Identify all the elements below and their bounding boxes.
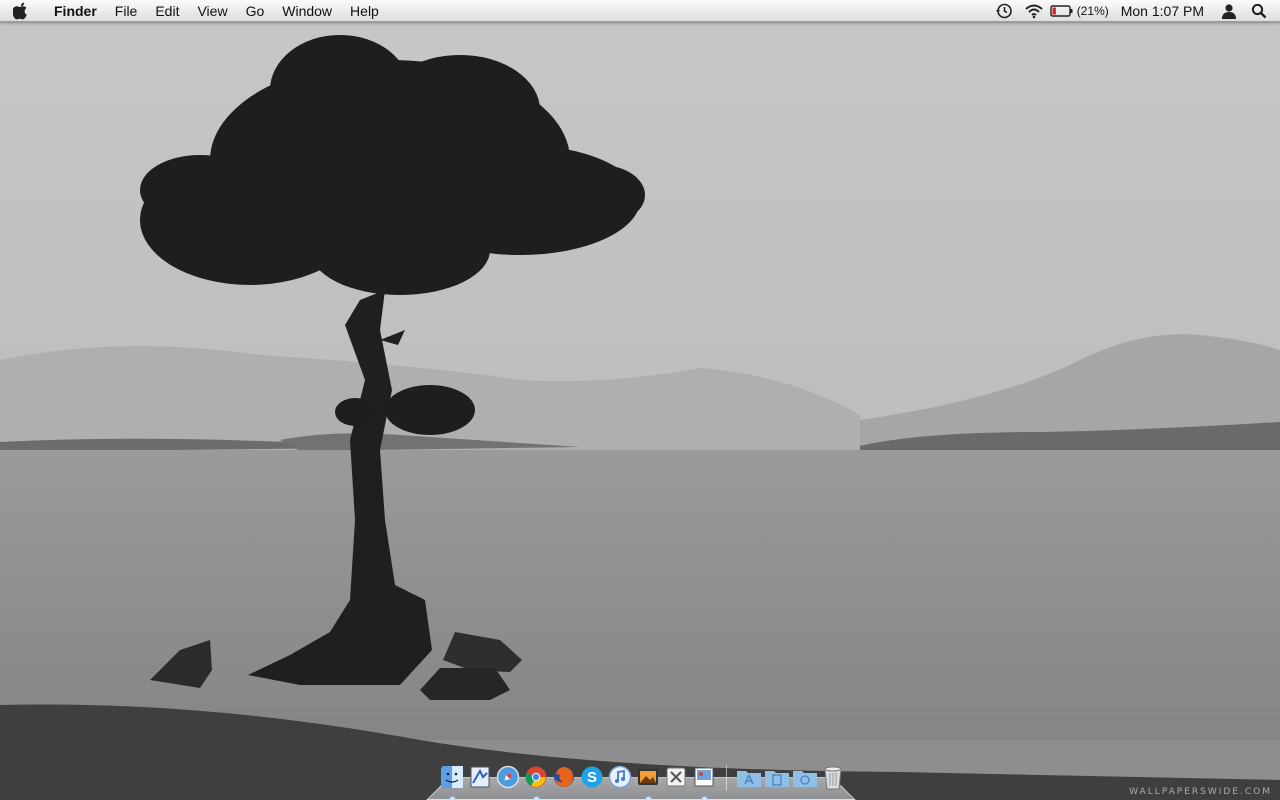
dock: S xyxy=(426,758,856,800)
battery-icon[interactable] xyxy=(1049,0,1075,22)
app-menu-finder[interactable]: Finder xyxy=(42,0,106,22)
preview-icon[interactable] xyxy=(466,763,494,791)
system-preferences-icon[interactable] xyxy=(662,763,690,791)
wallpaper-image xyxy=(0,0,1280,800)
time-machine-icon[interactable] xyxy=(989,0,1019,22)
user-icon[interactable] xyxy=(1214,0,1244,22)
menu-edit[interactable]: Edit xyxy=(146,0,188,22)
spotlight-search-icon[interactable] xyxy=(1244,0,1274,22)
safari-icon[interactable] xyxy=(494,763,522,791)
apple-logo-icon[interactable] xyxy=(0,0,42,22)
wallpaper-watermark: WALLPAPERSWIDE.COM xyxy=(1129,787,1272,797)
battery-level-fill xyxy=(1052,7,1056,14)
dock-separator xyxy=(726,765,727,791)
finder-icon[interactable] xyxy=(438,763,466,800)
menu-file[interactable]: File xyxy=(106,0,147,22)
trash-icon[interactable] xyxy=(819,763,847,791)
menu-help[interactable]: Help xyxy=(341,0,388,22)
documents-folder-icon[interactable] xyxy=(763,763,791,791)
desktop-wallpaper xyxy=(0,0,1280,800)
downloads-folder-icon[interactable] xyxy=(791,763,819,791)
wifi-icon[interactable] xyxy=(1019,0,1049,22)
menu-view[interactable]: View xyxy=(188,0,236,22)
svg-text:S: S xyxy=(587,769,597,786)
menu-go[interactable]: Go xyxy=(237,0,274,22)
itunes-icon[interactable] xyxy=(606,763,634,791)
preview-photos-icon[interactable] xyxy=(690,763,718,800)
chrome-icon[interactable] xyxy=(522,763,550,800)
menu-clock[interactable]: Mon 1:07 PM xyxy=(1117,0,1214,22)
battery-percentage[interactable]: (21%) xyxy=(1075,0,1117,22)
applications-folder-icon[interactable] xyxy=(735,763,763,791)
menu-window[interactable]: Window xyxy=(273,0,341,22)
firefox-icon[interactable] xyxy=(550,763,578,791)
iphoto-icon[interactable] xyxy=(634,763,662,800)
menu-bar: Finder File Edit View Go Window Help (21… xyxy=(0,0,1280,22)
skype-icon[interactable]: S xyxy=(578,763,606,791)
